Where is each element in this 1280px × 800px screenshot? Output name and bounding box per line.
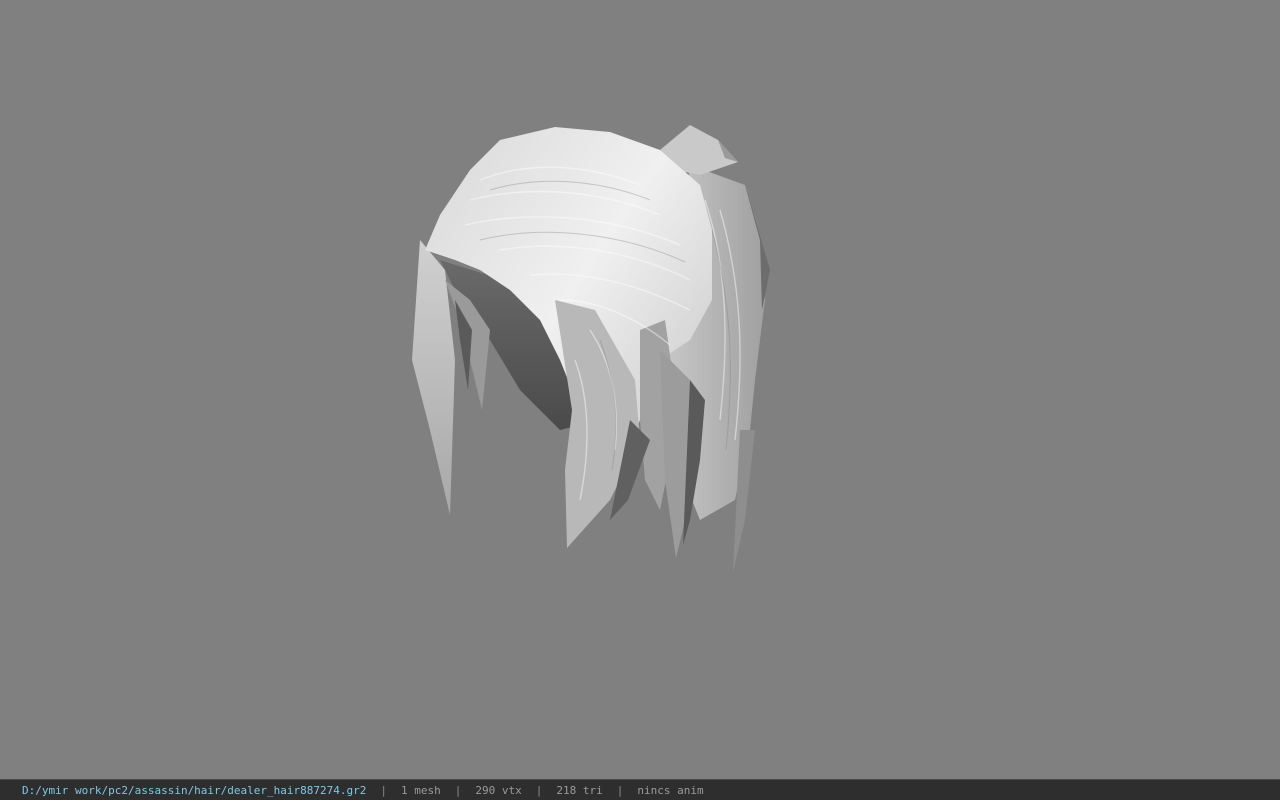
animation-status: nincs anim: [637, 783, 704, 797]
3d-viewport[interactable]: [0, 0, 1280, 779]
triangle-count: 218 tri: [556, 783, 603, 797]
status-separator: |: [535, 783, 543, 797]
mesh-count: 1 mesh: [401, 783, 441, 797]
vertex-count: 290 vtx: [475, 783, 522, 797]
hair-mesh-model: [412, 125, 770, 572]
status-separator: |: [616, 783, 624, 797]
status-bar: D:/ymir work/pc2/assassin/hair/dealer_ha…: [0, 779, 1280, 800]
file-path: D:/ymir work/pc2/assassin/hair/dealer_ha…: [22, 783, 367, 797]
status-separator: |: [380, 783, 387, 797]
status-separator: |: [454, 783, 462, 797]
